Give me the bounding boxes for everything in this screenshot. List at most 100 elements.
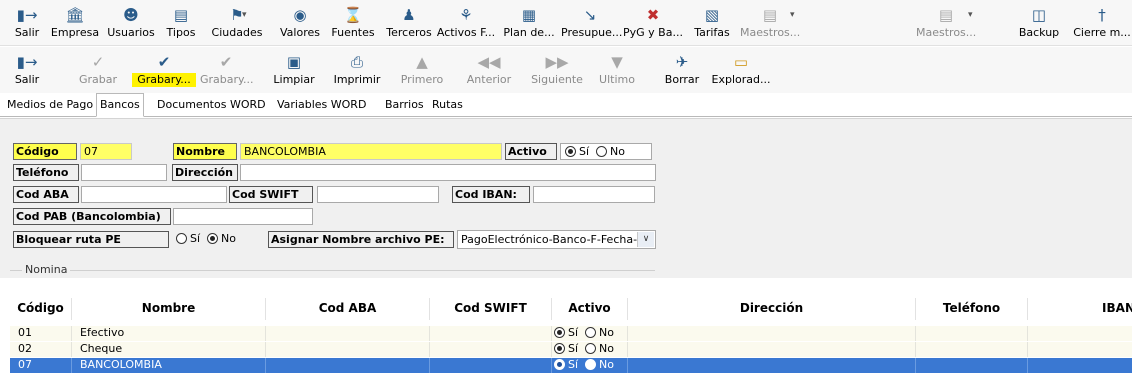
cell-telefono: [916, 358, 1028, 373]
tab-rutas[interactable]: Rutas: [429, 96, 466, 116]
activo-label: Activo: [505, 143, 557, 160]
save-and-button[interactable]: ✔ Grabary...: [132, 47, 196, 93]
row-activo-no-radio[interactable]: [585, 327, 597, 338]
column-header-cod-swift[interactable]: Cod SWIFT: [430, 298, 552, 320]
nombre-field[interactable]: BANCOLOMBIA: [240, 143, 502, 160]
cell-codigo: 07: [10, 358, 72, 373]
last-button[interactable]: ▼ Ultimo: [594, 47, 640, 93]
table-row-selected[interactable]: 07 BANCOLOMBIA Sí No: [10, 358, 1132, 373]
toolbar-tarifas-button[interactable]: ▧ Tarifas: [690, 0, 734, 46]
cell-nombre: Cheque: [72, 342, 266, 357]
row-activo-yes-radio[interactable]: [554, 327, 565, 338]
cod-iban-label: Cod IBAN:: [452, 186, 530, 203]
tab-barrios[interactable]: Barrios: [382, 96, 427, 116]
cell-direccion: [628, 342, 916, 357]
column-header-nombre[interactable]: Nombre: [72, 298, 266, 320]
cell-iban: [1028, 326, 1132, 341]
cell-telefono: [916, 326, 1028, 341]
table-row[interactable]: 02 Cheque Sí No: [10, 342, 1132, 357]
tab-medios-de-pago[interactable]: Medios de Pago: [4, 96, 96, 116]
cod-iban-field[interactable]: [533, 186, 655, 203]
last-icon: ▼: [611, 53, 623, 71]
asignar-nombre-select[interactable]: PagoElectrónico-Banco-F-Fecha- ∨: [457, 230, 656, 249]
exit-door-icon: ▮→: [16, 53, 38, 71]
toolbar-presupuesto-button[interactable]: ↘ Presupue...: [561, 0, 622, 46]
rates-icon: ▧: [704, 6, 720, 24]
third-parties-icon: ♟: [402, 6, 416, 24]
column-header-direccion[interactable]: Dirección: [628, 298, 916, 320]
chevron-down-icon: ▾: [242, 10, 247, 20]
toolbar-ciudades-button[interactable]: ⚑ Ciudades ▾: [206, 0, 268, 46]
previous-button[interactable]: ◀◀ Anterior: [462, 47, 516, 93]
clear-icon: ▣: [286, 53, 302, 71]
column-header-codigo[interactable]: Código: [10, 298, 72, 320]
cell-telefono: [916, 342, 1028, 357]
codigo-field[interactable]: 07: [80, 143, 132, 160]
delete-button[interactable]: ✈ Borrar: [660, 47, 704, 93]
cell-iban: [1028, 358, 1132, 373]
toolbar-plan-button[interactable]: ▦ Plan de...: [500, 0, 558, 46]
row-activo-no-radio[interactable]: [585, 343, 597, 354]
toolbar-backup-button[interactable]: ◫ Backup: [1015, 0, 1063, 46]
toolbar-terceros-button[interactable]: ♟ Terceros: [383, 0, 435, 46]
cell-direccion: [628, 326, 916, 341]
cell-cod-aba: [266, 326, 430, 341]
save-button[interactable]: ✓ Grabar: [74, 47, 122, 93]
row-activo-yes-radio[interactable]: [554, 343, 565, 354]
cell-activo: Sí No: [552, 342, 628, 357]
bank-form: Código 07 Nombre BANCOLOMBIA Activo Sí No…: [0, 118, 1132, 278]
tab-bancos[interactable]: Bancos: [96, 93, 144, 117]
users-icon: ☻: [123, 6, 139, 24]
activo-no-radio[interactable]: [596, 146, 608, 157]
direccion-field[interactable]: [240, 164, 656, 181]
save-and-2-button[interactable]: ✔ Grabary...: [200, 47, 253, 93]
chevron-down-icon[interactable]: ∨: [637, 232, 654, 247]
bloquear-no-radio[interactable]: [207, 233, 219, 244]
cod-swift-field[interactable]: [317, 186, 439, 203]
toolbar-valores-button[interactable]: ◉ Valores: [276, 0, 324, 46]
toolbar-activos-button[interactable]: ⚘ Activos F...: [436, 0, 496, 46]
toolbar-fuentes-button[interactable]: ⌛ Fuentes: [328, 0, 378, 46]
row-activo-yes-radio[interactable]: [554, 359, 565, 370]
row-activo-no-radio[interactable]: [585, 359, 597, 370]
column-header-iban[interactable]: IBAN: [1028, 298, 1132, 320]
toolbar-maestros-2-button[interactable]: ▤ Maestros... ▾: [916, 0, 976, 46]
record-salir-button[interactable]: ▮→ Salir: [7, 47, 47, 93]
clear-button[interactable]: ▣ Limpiar: [270, 47, 318, 93]
cell-cod-swift: [430, 326, 552, 341]
column-header-telefono[interactable]: Teléfono: [916, 298, 1028, 320]
column-header-cod-aba[interactable]: Cod ABA: [266, 298, 430, 320]
bloquear-yes-radio[interactable]: [176, 233, 187, 244]
print-button[interactable]: ⎙ Imprimir: [330, 47, 384, 93]
nomina-group-label: Nomina: [22, 263, 71, 276]
cod-pab-field[interactable]: [173, 208, 313, 225]
cod-pab-label: Cod PAB (Bancolombia): [13, 208, 171, 225]
explorer-button[interactable]: ▭ Explorad...: [710, 47, 772, 93]
first-button[interactable]: ▲ Primero: [397, 47, 447, 93]
eraser-icon: ✈: [675, 53, 689, 71]
save-and-icon: ✔: [219, 53, 233, 71]
activo-yes-radio[interactable]: [565, 146, 576, 157]
telefono-field[interactable]: [81, 164, 167, 181]
toolbar-salir-button[interactable]: ▮→ Salir: [7, 0, 47, 46]
cell-activo: Sí No: [552, 358, 628, 373]
tab-variables-word[interactable]: Variables WORD: [274, 96, 369, 116]
cod-aba-field[interactable]: [81, 186, 227, 203]
chevron-down-icon: ▾: [790, 10, 795, 20]
toolbar-cierre-button[interactable]: † Cierre m...: [1073, 0, 1131, 46]
next-icon: ▶▶: [545, 53, 569, 71]
next-button[interactable]: ▶▶ Siguiente: [526, 47, 588, 93]
activo-radio-group: Sí No: [560, 143, 652, 160]
exit-door-icon: ▮→: [16, 6, 38, 24]
cell-cod-aba: [266, 342, 430, 357]
table-row[interactable]: 01 Efectivo Sí No: [10, 326, 1132, 341]
column-header-activo[interactable]: Activo: [552, 298, 628, 320]
toolbar-tipos-button[interactable]: ▤ Tipos: [161, 0, 201, 46]
toolbar-maestros-button[interactable]: ▤ Maestros... ▾: [740, 0, 800, 46]
tab-documentos-word[interactable]: Documentos WORD: [154, 96, 269, 116]
toolbar-usuarios-button[interactable]: ☻ Usuarios: [104, 0, 158, 46]
toolbar-pyg-button[interactable]: ✖ PyG y Ba...: [620, 0, 686, 46]
chart-of-accounts-icon: ▦: [521, 6, 537, 24]
building-icon: 🏛: [65, 6, 85, 24]
toolbar-empresa-button[interactable]: 🏛 Empresa: [50, 0, 100, 46]
